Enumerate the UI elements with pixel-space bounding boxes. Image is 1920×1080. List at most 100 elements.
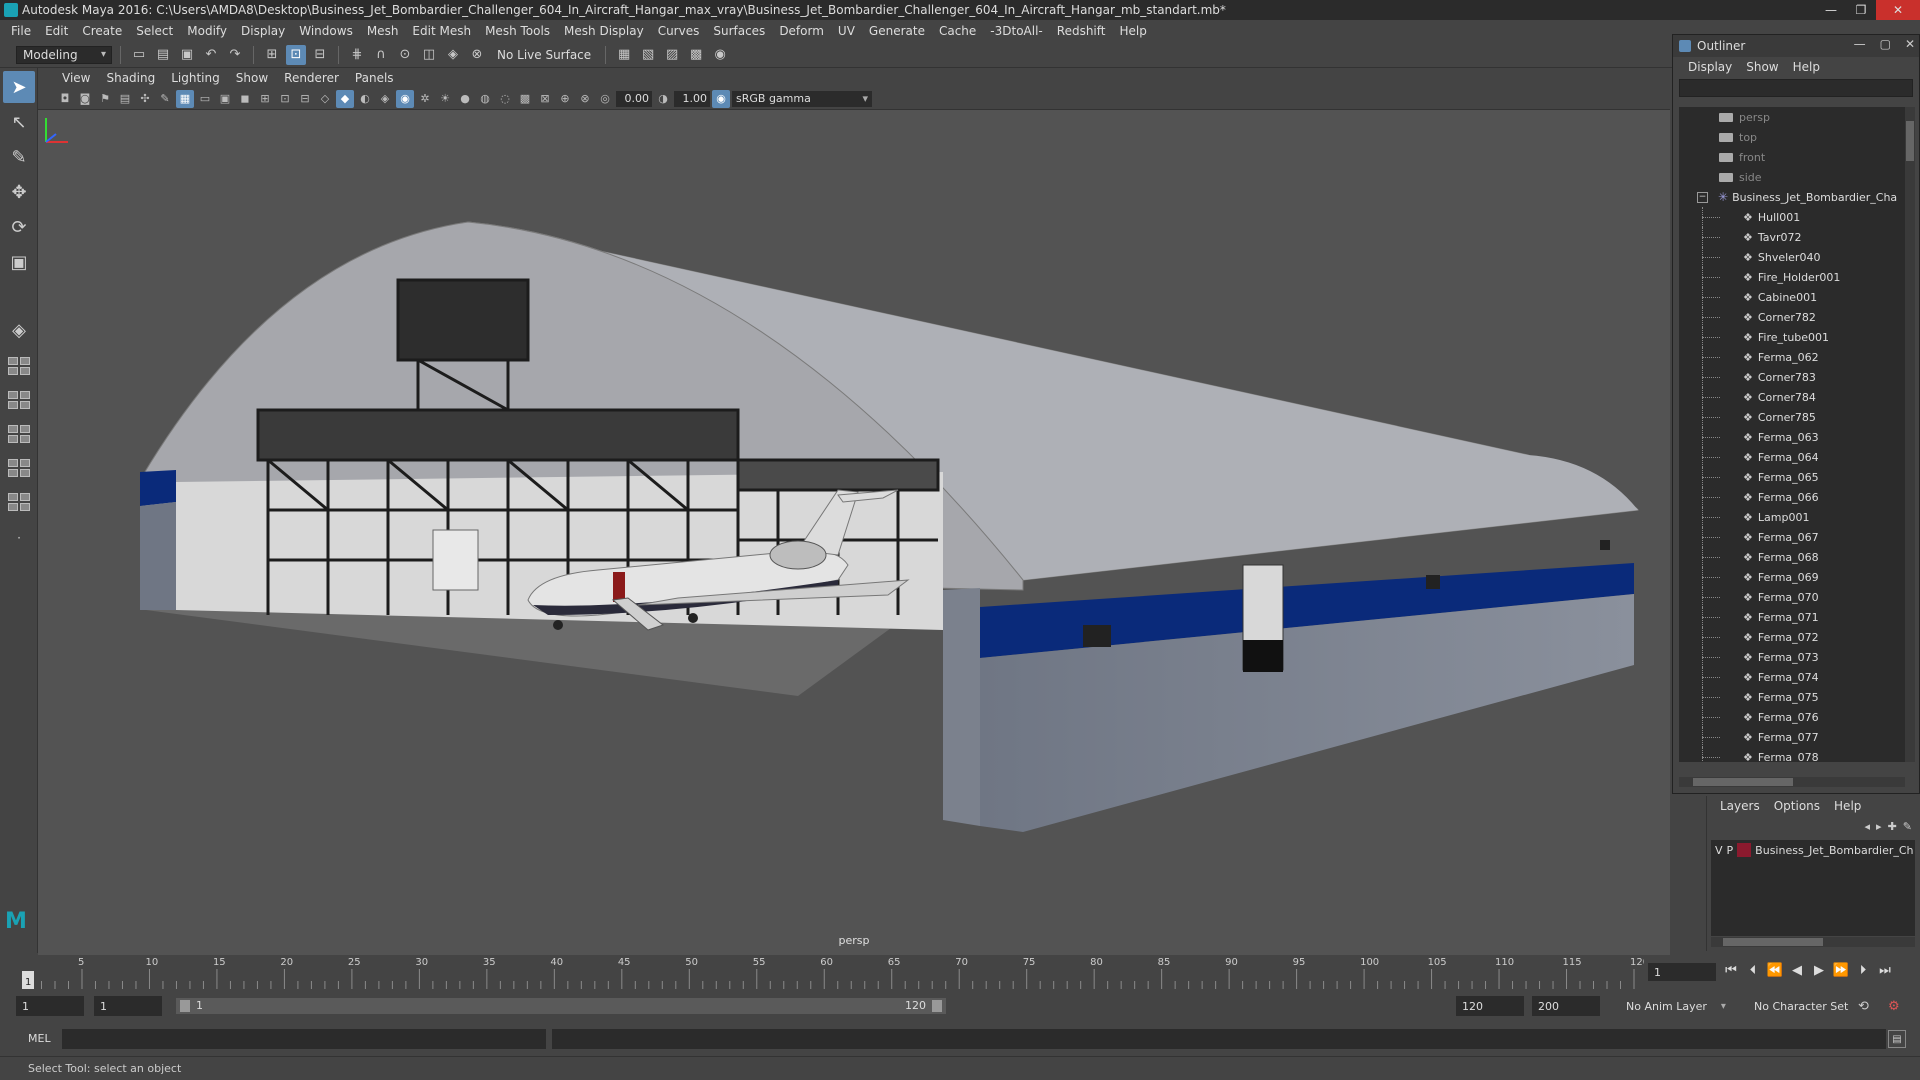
playback-end-field[interactable]: 120: [1456, 996, 1524, 1016]
smooth-shade-icon[interactable]: ◆: [336, 89, 354, 108]
xray-joints-icon[interactable]: ⊕: [556, 90, 574, 108]
outliner-group[interactable]: − ✳ Business_Jet_Bombardier_Cha: [1679, 187, 1905, 207]
exposure-icon[interactable]: ◎: [596, 90, 614, 108]
select-camera-icon[interactable]: ◘: [56, 90, 74, 108]
animation-end-field[interactable]: 200: [1532, 996, 1600, 1016]
safe-action-icon[interactable]: ⊡: [276, 90, 294, 108]
time-ruler[interactable]: 5 10 15 20 25 30 35 40 45 50 55 60 65 70 75 80 85 90 95 100…: [22, 955, 1644, 989]
outliner-mesh-item[interactable]: ❖ Ferma_075: [1679, 687, 1905, 707]
snap-curve-icon[interactable]: ∩: [371, 45, 391, 65]
play-backwards-icon[interactable]: ◀: [1788, 963, 1806, 978]
anti-aliasing-icon[interactable]: ▩: [516, 90, 534, 108]
hypershade-persp-layout-icon[interactable]: [3, 488, 35, 516]
step-forward-frame-icon[interactable]: ⏵: [1854, 963, 1872, 978]
outliner-mesh-item[interactable]: ❖ Lamp001: [1679, 507, 1905, 527]
outliner-mesh-item[interactable]: ❖ Corner783: [1679, 367, 1905, 387]
outliner-menu-show[interactable]: Show: [1739, 60, 1785, 74]
select-by-object-icon[interactable]: ⊡: [286, 44, 306, 65]
outliner-mesh-item[interactable]: ❖ Ferma_078: [1679, 747, 1905, 762]
range-end-handle[interactable]: [932, 1000, 942, 1012]
menu-set-dropdown[interactable]: Modeling: [16, 45, 112, 64]
outliner-search-input[interactable]: [1679, 79, 1913, 97]
outliner-camera-front[interactable]: front: [1679, 147, 1905, 167]
motion-blur-icon[interactable]: ◌: [496, 90, 514, 108]
layers-menu-help[interactable]: Help: [1827, 799, 1868, 813]
outliner-mesh-item[interactable]: ❖ Ferma_071: [1679, 607, 1905, 627]
script-language-label[interactable]: MEL: [28, 1032, 51, 1045]
snap-grid-icon[interactable]: ⋕: [347, 45, 367, 65]
outliner-mesh-item[interactable]: ❖ Corner784: [1679, 387, 1905, 407]
viewport-menu-renderer[interactable]: Renderer: [276, 71, 347, 85]
gamma-icon[interactable]: ◑: [654, 90, 672, 108]
layer-list[interactable]: V P Business_Jet_Bombardier_Ch: [1711, 840, 1915, 936]
step-back-frame-icon[interactable]: ⏴: [1744, 963, 1762, 978]
playback-start-field[interactable]: 1: [94, 996, 162, 1016]
animation-start-field[interactable]: 1: [16, 996, 84, 1016]
menu-create[interactable]: Create: [75, 24, 129, 38]
go-to-end-icon[interactable]: ⏭: [1876, 963, 1894, 978]
live-surface-label[interactable]: No Live Surface: [491, 48, 597, 62]
four-view-layout-icon[interactable]: [3, 352, 35, 380]
outliner-mesh-item[interactable]: ❖ Ferma_063: [1679, 427, 1905, 447]
outliner-mesh-item[interactable]: ❖ Ferma_062: [1679, 347, 1905, 367]
outliner-mesh-item[interactable]: ❖ Ferma_077: [1679, 727, 1905, 747]
xray-active-icon[interactable]: ⊗: [576, 90, 594, 108]
open-scene-icon[interactable]: ▤: [153, 45, 173, 65]
exposure-field[interactable]: 0.00: [616, 90, 652, 107]
outliner-close-button[interactable]: ✕: [1905, 37, 1915, 51]
menu-edit-mesh[interactable]: Edit Mesh: [405, 24, 478, 38]
grease-pencil-icon[interactable]: ✎: [156, 90, 174, 108]
scrollbar-thumb[interactable]: [1693, 778, 1793, 786]
redo-icon[interactable]: ↷: [225, 45, 245, 65]
outliner-mesh-item[interactable]: ❖ Ferma_067: [1679, 527, 1905, 547]
menu-deform[interactable]: Deform: [772, 24, 831, 38]
menu-uv[interactable]: UV: [831, 24, 862, 38]
menu-windows[interactable]: Windows: [292, 24, 360, 38]
use-default-material-icon[interactable]: ◐: [356, 90, 374, 108]
outliner-horizontal-scrollbar[interactable]: [1679, 777, 1905, 787]
ipr-render-icon[interactable]: ▨: [662, 45, 682, 65]
textured-icon[interactable]: ✲: [416, 90, 434, 108]
viewport-menu-lighting[interactable]: Lighting: [163, 71, 228, 85]
outliner-mesh-item[interactable]: ❖ Shveler040: [1679, 247, 1905, 267]
render-view-icon[interactable]: ▩: [686, 45, 706, 65]
outliner-mesh-item[interactable]: ❖ Ferma_068: [1679, 547, 1905, 567]
outliner-mesh-item[interactable]: ❖ Ferma_073: [1679, 647, 1905, 667]
move-tool-icon[interactable]: ✥: [3, 176, 35, 208]
undo-icon[interactable]: ↶: [201, 45, 221, 65]
outliner-mesh-item[interactable]: ❖ Ferma_065: [1679, 467, 1905, 487]
outliner-tree[interactable]: persp top front side − ✳ Business_Jet_Bombardi…: [1679, 107, 1905, 762]
use-all-lights-icon[interactable]: ☀: [436, 90, 454, 108]
menu-display[interactable]: Display: [234, 24, 292, 38]
menu-curves[interactable]: Curves: [651, 24, 707, 38]
outliner-mesh-item[interactable]: ❖ Ferma_069: [1679, 567, 1905, 587]
outliner-mesh-item[interactable]: ❖ Ferma_064: [1679, 447, 1905, 467]
play-forwards-icon[interactable]: ▶: [1810, 963, 1828, 978]
scrollbar-thumb[interactable]: [1906, 121, 1914, 161]
anim-layer-dropdown[interactable]: No Anim Layer ▾: [1620, 996, 1740, 1016]
minimize-button[interactable]: —: [1816, 0, 1846, 20]
outliner-camera-side[interactable]: side: [1679, 167, 1905, 187]
select-by-component-icon[interactable]: ⊟: [310, 45, 330, 65]
scrollbar-thumb[interactable]: [1723, 938, 1823, 946]
outliner-mesh-item[interactable]: ❖ Hull001: [1679, 207, 1905, 227]
move-layer-down-icon[interactable]: ▸: [1876, 820, 1882, 833]
go-to-start-icon[interactable]: ⏮: [1722, 963, 1740, 978]
snap-together-icon[interactable]: ⊗: [467, 45, 487, 65]
new-empty-layer-icon[interactable]: ✚: [1888, 820, 1897, 833]
camera-attributes-icon[interactable]: ◙: [76, 90, 94, 108]
outliner-mesh-item[interactable]: ❖ Ferma_066: [1679, 487, 1905, 507]
animation-preferences-icon[interactable]: ⚙: [1888, 999, 1900, 1014]
snap-surface-icon[interactable]: ◈: [443, 45, 463, 65]
outliner-mesh-item[interactable]: ❖ Ferma_070: [1679, 587, 1905, 607]
menu-select[interactable]: Select: [129, 24, 180, 38]
character-set-dropdown[interactable]: No Character Set: [1748, 996, 1872, 1016]
film-gate-icon[interactable]: ▭: [196, 90, 214, 108]
menu-edit[interactable]: Edit: [38, 24, 75, 38]
outliner-mesh-item[interactable]: ❖ Tavr072: [1679, 227, 1905, 247]
collapse-toggle[interactable]: −: [1697, 191, 1708, 203]
select-tool-icon[interactable]: ➤: [3, 71, 35, 103]
graph-persp-layout-icon[interactable]: [3, 454, 35, 482]
outliner-menu-help[interactable]: Help: [1786, 60, 1827, 74]
perspective-viewport[interactable]: persp: [38, 110, 1670, 955]
